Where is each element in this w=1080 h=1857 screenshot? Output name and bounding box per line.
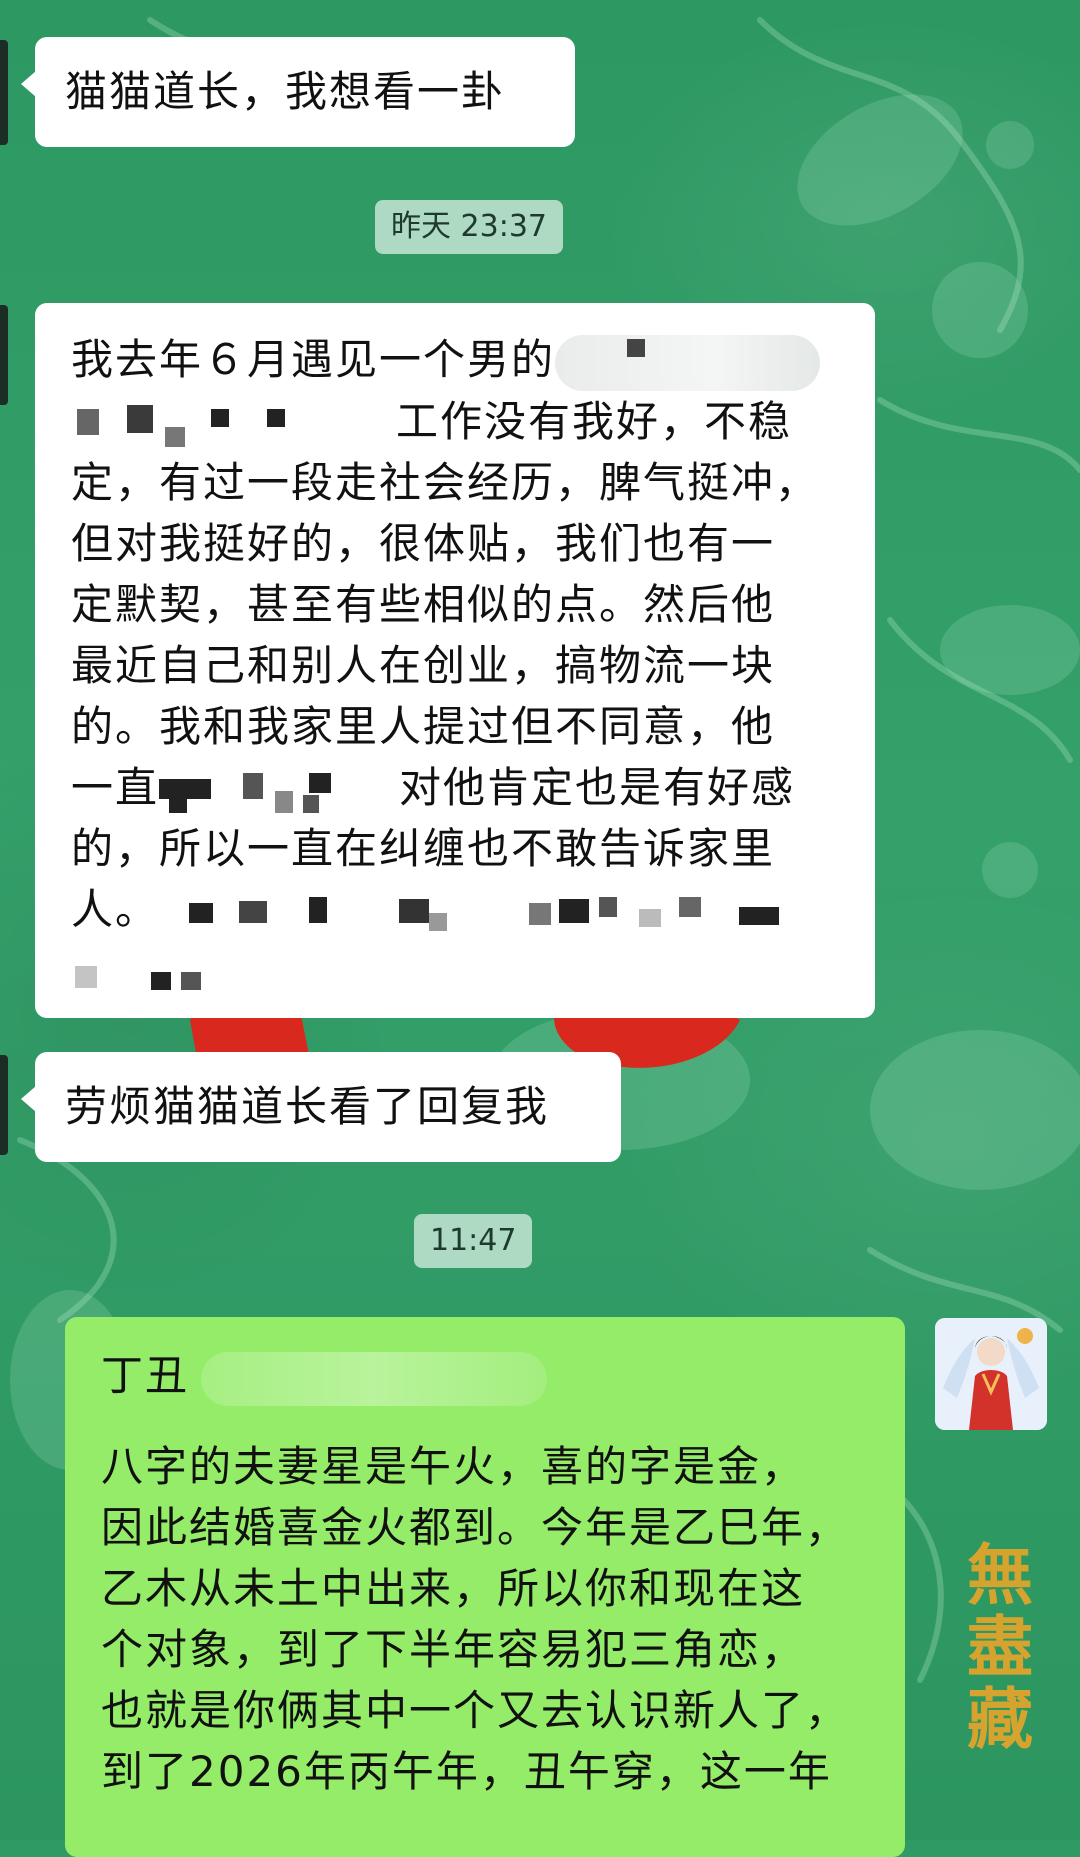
outgoing-message[interactable]: 丁丑 八字的夫妻星是午火，喜的字是金， 因此结婚喜金火都到。今年是乙巳年， 乙木… xyxy=(65,1317,905,1857)
watermark-seal: 無盡藏 xyxy=(956,1540,1034,1756)
message-line: 的。我和我家里人提过但不同意，他 xyxy=(71,701,776,751)
message-line: 我去年６月遇见一个男的 xyxy=(71,329,839,391)
message-line: 因此结婚喜金火都到。今年是乙巳年， xyxy=(101,1503,850,1552)
scroll-edge-marker xyxy=(0,305,8,405)
message-line: 定默契，甚至有些相似的点。然后他 xyxy=(71,579,776,629)
message-line: 最近自己和别人在创业，搞物流一块 xyxy=(71,640,776,690)
incoming-message[interactable]: 我去年６月遇见一个男的 工作没有我好，不稳 定，有过一段走社会经历，脾气挺冲， … xyxy=(35,303,875,1018)
avatar-girl-hanfu-icon xyxy=(935,1318,1047,1430)
timestamp: 11:47 xyxy=(414,1214,533,1268)
redaction-mosaic xyxy=(71,399,396,449)
message-line: 也就是你俩其中一个又去认识新人了， xyxy=(101,1686,850,1735)
redaction-mosaic xyxy=(71,948,271,998)
message-text: 猫猫道长，我想看一卦 xyxy=(65,67,506,116)
redaction-blur xyxy=(201,1351,548,1406)
message-line: 到了2026年丙午年，丑午穿，这一年 xyxy=(101,1747,832,1796)
message-line: 的，所以一直在纠缠也不敢告诉家里 xyxy=(71,823,776,873)
timestamp: 昨天 23:37 xyxy=(375,200,563,254)
redaction-mosaic xyxy=(159,887,839,937)
message-text: 劳烦猫猫道长看了回复我 xyxy=(65,1082,550,1131)
message-line: 人。 xyxy=(71,879,839,940)
message-line xyxy=(71,940,839,1001)
message-line: 个对象，到了下半年容易犯三角恋， xyxy=(101,1625,806,1674)
redaction-blur xyxy=(555,334,821,391)
message-line: 但对我挺好的，很体贴，我们也有一 xyxy=(71,518,776,568)
message-line: 一直 对他肯定也是有好感 xyxy=(71,757,839,818)
incoming-message[interactable]: 劳烦猫猫道长看了回复我 xyxy=(21,1052,621,1162)
message-line: 工作没有我好，不稳 xyxy=(71,391,839,452)
message-line: 定，有过一段走社会经历，脾气挺冲， xyxy=(71,457,820,507)
scroll-edge-marker xyxy=(0,1055,8,1155)
incoming-message[interactable]: 猫猫道长，我想看一卦 xyxy=(21,37,575,147)
redaction-mosaic xyxy=(159,765,399,815)
message-line: 乙木从未土中出来，所以你和现在这 xyxy=(101,1564,806,1613)
scroll-edge-marker xyxy=(0,40,8,145)
avatar[interactable] xyxy=(935,1318,1047,1430)
message-line: 八字的夫妻星是午火，喜的字是金， xyxy=(101,1442,806,1491)
message-line: 丁丑 xyxy=(101,1345,869,1406)
